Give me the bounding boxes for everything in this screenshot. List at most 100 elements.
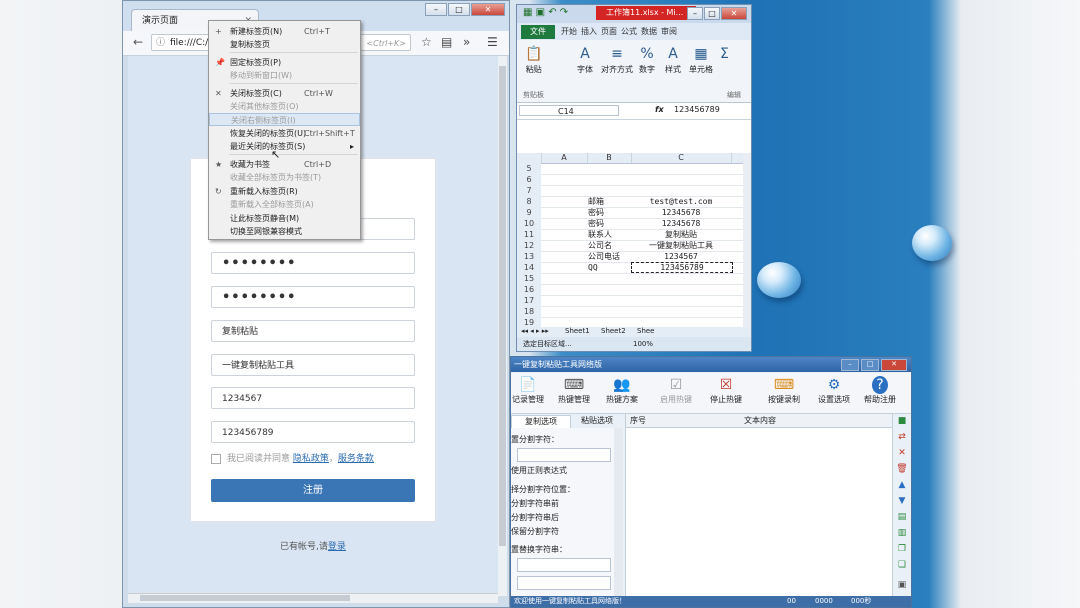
- cell-b[interactable]: 联系人: [588, 229, 612, 240]
- context-menu-item[interactable]: 恢复关闭的标签页(U) Ctrl+Shift+T: [209, 127, 360, 140]
- tab-insert[interactable]: 插入: [581, 26, 597, 37]
- qq-field[interactable]: 123456789: [211, 421, 415, 443]
- context-menu-item[interactable]: 关闭其他标签页(O): [209, 100, 360, 113]
- toolbar-button-hotkey[interactable]: ⌨ 热键管理: [549, 376, 599, 405]
- row-number[interactable]: 11: [517, 229, 541, 240]
- company-field[interactable]: 一键复制粘贴工具: [211, 354, 415, 376]
- copy-icon[interactable]: ❐: [896, 543, 908, 555]
- tab-file[interactable]: 文件: [521, 25, 555, 39]
- add-icon[interactable]: ■: [896, 415, 908, 427]
- menu-icon[interactable]: ☰: [487, 35, 498, 49]
- tab-page[interactable]: 页面: [601, 26, 617, 37]
- keep-split-option[interactable]: 保留分割字符: [511, 526, 559, 537]
- context-menu-item[interactable]: + 新建标签页(N) Ctrl+T: [209, 25, 360, 38]
- context-menu-item[interactable]: 让此标签页静音(M): [209, 212, 360, 225]
- context-menu-item[interactable]: 最近关闭的标签页(S) ▸: [209, 140, 360, 153]
- cell-b[interactable]: 公司名: [588, 240, 612, 251]
- row-number[interactable]: 15: [517, 273, 541, 284]
- confirm-password-field[interactable]: ••••••••: [211, 286, 415, 308]
- sheet-tab[interactable]: Sheet1: [565, 327, 590, 335]
- context-menu-item[interactable]: 📌 固定标签页(P): [209, 56, 360, 69]
- row-number[interactable]: 12: [517, 240, 541, 251]
- register-button[interactable]: 注册: [211, 479, 415, 502]
- paste-button[interactable]: 📋 粘贴: [525, 46, 542, 75]
- password-field[interactable]: ••••••••: [211, 252, 415, 274]
- cell-c[interactable]: test@test.com: [631, 196, 731, 207]
- split-after-option[interactable]: 分割字符串后: [511, 512, 559, 523]
- toolbar-button-gear[interactable]: ⚙ 设置选项: [809, 376, 859, 405]
- reader-icon[interactable]: ▤: [441, 35, 452, 49]
- formula-input[interactable]: 123456789: [674, 105, 720, 114]
- row-number[interactable]: 5: [517, 163, 541, 174]
- column-header[interactable]: B: [587, 153, 632, 163]
- context-menu-item[interactable]: 切换至网银兼容模式: [209, 225, 360, 238]
- context-menu-item[interactable]: 复制标签页: [209, 38, 360, 51]
- cell-c[interactable]: 复制粘贴: [631, 229, 731, 240]
- context-menu-item[interactable]: ✕ 关闭标签页(C) Ctrl+W: [209, 87, 360, 100]
- phone-field[interactable]: 1234567: [211, 387, 415, 409]
- maximize-button[interactable]: □: [448, 3, 470, 16]
- move-up-icon[interactable]: ▲: [896, 479, 908, 491]
- row-number[interactable]: 10: [517, 218, 541, 229]
- horizontal-scrollbar[interactable]: [128, 593, 498, 603]
- agree-checkbox[interactable]: [211, 453, 221, 464]
- maximize-button[interactable]: □: [704, 7, 720, 20]
- cell-b[interactable]: 公司电话: [588, 251, 620, 262]
- regex-option[interactable]: 使用正则表达式: [511, 465, 567, 476]
- column-header[interactable]: A: [541, 153, 588, 163]
- context-menu-item[interactable]: ★ 收藏为书签 Ctrl+D: [209, 158, 360, 171]
- vertical-scrollbar[interactable]: [498, 56, 507, 596]
- close-button[interactable]: ✕: [721, 7, 747, 20]
- export-icon[interactable]: ▥: [896, 527, 908, 539]
- options-scrollbar[interactable]: [614, 428, 623, 596]
- style-button[interactable]: A 样式: [665, 46, 681, 75]
- toolbar-button-keyboard[interactable]: ⌨ 按键录制: [759, 376, 809, 405]
- cell-b[interactable]: 密码: [588, 207, 604, 218]
- edit-button[interactable]: Σ: [720, 46, 729, 64]
- row-number[interactable]: 9: [517, 207, 541, 218]
- sheet-tab[interactable]: Sheet2: [601, 327, 626, 335]
- settings-icon[interactable]: ▣: [896, 579, 908, 591]
- sheet-grid[interactable]: A B C 5 6 7 8 邮箱 test@test.com 9 密码 12345678 10 密码…: [517, 153, 745, 331]
- trash-icon[interactable]: 🗑: [896, 463, 908, 475]
- row-number[interactable]: 8: [517, 196, 541, 207]
- row-number[interactable]: 7: [517, 185, 541, 196]
- tab-copy-options[interactable]: 复制选项: [511, 415, 571, 428]
- import-icon[interactable]: ▤: [896, 511, 908, 523]
- tab-review[interactable]: 审阅: [661, 26, 677, 37]
- cells-button[interactable]: ▦ 单元格: [689, 46, 713, 75]
- sheet-vertical-scrollbar[interactable]: [743, 153, 751, 327]
- move-down-icon[interactable]: ▼: [896, 495, 908, 507]
- cell-c[interactable]: 123456789: [631, 262, 733, 273]
- context-menu-item[interactable]: ↻ 重新载入标签页(R): [209, 185, 360, 198]
- row-number[interactable]: 13: [517, 251, 541, 262]
- tab-data[interactable]: 数据: [641, 26, 657, 37]
- back-icon[interactable]: ←: [133, 35, 143, 49]
- fx-icon[interactable]: fx: [655, 105, 664, 114]
- shuffle-icon[interactable]: ⇄: [896, 431, 908, 443]
- minimize-button[interactable]: –: [841, 359, 859, 371]
- toolbar-button-check[interactable]: ☑ 启用热键: [651, 376, 701, 405]
- split-before-option[interactable]: 分割字符串前: [511, 498, 559, 509]
- cell-b[interactable]: QQ: [588, 262, 598, 273]
- split-char-input[interactable]: [517, 448, 611, 462]
- column-header[interactable]: C: [631, 153, 732, 163]
- privacy-link[interactable]: 隐私政策: [293, 454, 329, 464]
- tab-home[interactable]: 开始: [561, 26, 577, 37]
- paste-icon[interactable]: ❏: [896, 559, 908, 571]
- cell-c[interactable]: 一键复制粘贴工具: [631, 240, 731, 251]
- toolbar-button-people[interactable]: 👥 热键方案: [597, 376, 647, 405]
- cell-b[interactable]: 邮箱: [588, 196, 604, 207]
- delete-icon[interactable]: ✕: [896, 447, 908, 459]
- cell-c[interactable]: 12345678: [631, 207, 731, 218]
- row-number[interactable]: 6: [517, 174, 541, 185]
- number-button[interactable]: % 数字: [639, 46, 655, 75]
- row-number[interactable]: 17: [517, 295, 541, 306]
- cell-c[interactable]: 12345678: [631, 218, 731, 229]
- align-button[interactable]: ≡ 对齐方式: [601, 46, 633, 75]
- close-button[interactable]: ✕: [881, 359, 907, 371]
- context-menu-item[interactable]: 重新载入全部标签页(A): [209, 198, 360, 211]
- minimize-button[interactable]: –: [687, 7, 703, 20]
- context-menu-item[interactable]: 收藏全部标签页为书签(T): [209, 171, 360, 184]
- name-box[interactable]: C14: [519, 105, 619, 116]
